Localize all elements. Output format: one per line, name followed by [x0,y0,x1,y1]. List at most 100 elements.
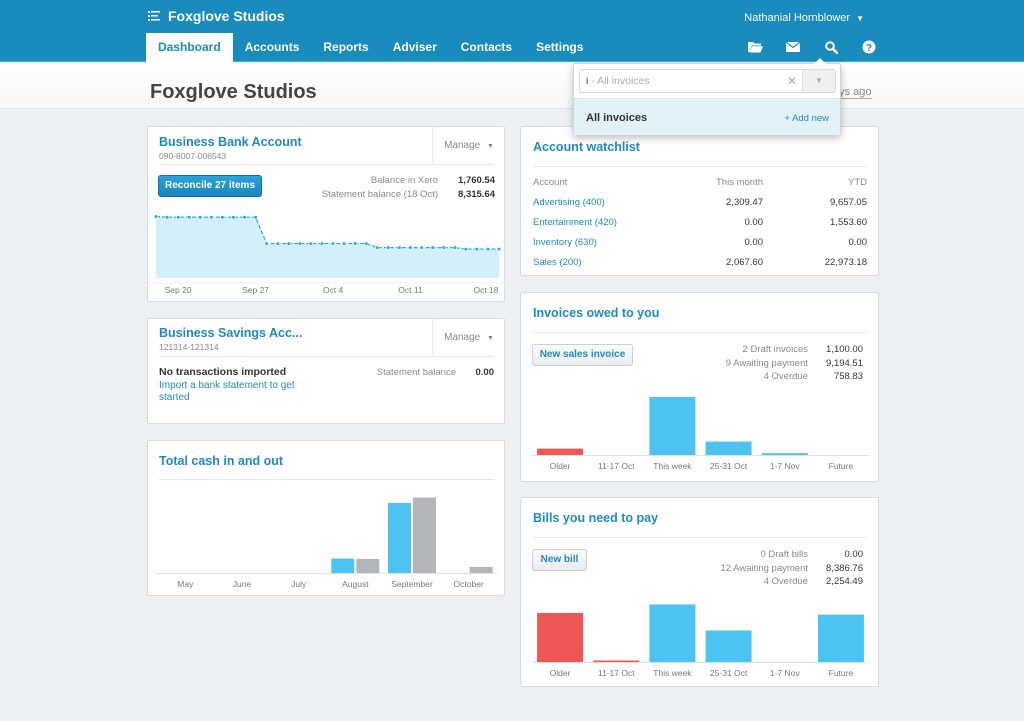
summary-row[interactable]: 2 Draft invoices 1,100.00 [658,344,863,355]
account-watchlist-card: Account watchlist Account This month YTD… [520,126,879,276]
bar [761,453,808,455]
x-tick-label: Older [550,668,571,678]
invoices-owed-chart: Older 11-17 Oct This week 25-31 Oct 1-7 Nov F… [532,397,869,471]
data-point [341,241,347,246]
bar-cash-out [413,497,436,573]
data-point [242,215,247,220]
caret-down-icon: ▼ [486,335,494,342]
bar [593,660,640,662]
bar-cash-out [469,566,493,573]
summary-row[interactable]: 0 Draft bills 0.00 [658,549,863,560]
svg-text:?: ? [866,43,872,54]
tab-settings[interactable]: Settings [524,33,595,62]
tab-contacts[interactable]: Contacts [449,33,524,62]
bar [705,630,752,662]
bills-to-pay-card: Bills you need to pay New bill 0 Draft b… [520,497,879,687]
org-name: Foxglove Studios [168,8,285,24]
new-bill-button[interactable]: New bill [532,549,587,571]
summary-row[interactable]: 9 Awaiting payment 9,194.51 [658,358,863,369]
ytd-value: 0.00 [848,236,868,248]
data-point [452,245,457,250]
user-name: Nathanial Hornblower [744,12,851,24]
menu-list-icon [148,9,160,24]
data-point [297,241,302,246]
bills-to-pay-chart: Older 11-17 Oct This week 25-31 Oct 1-7 Nov F… [532,604,869,678]
search-option[interactable]: All invoices + Add new [574,98,840,135]
bar [817,614,864,662]
caret-down-icon: ▼ [856,14,864,23]
account-link[interactable]: Inventory (630) [533,232,653,252]
page-title: Foxglove Studios [150,81,317,103]
option-all-invoices[interactable]: All invoices [586,112,647,124]
x-tick-label: 11-17 Oct [598,461,635,471]
account-link[interactable]: Entertainment (420) [533,212,653,232]
search-icon[interactable] [812,38,850,56]
chevron-down-icon[interactable]: ▼ [802,70,835,92]
data-point [220,215,225,220]
popup-pointer [814,58,826,64]
x-tick-label: 25-31 Oct [710,461,748,471]
statement-balance-value: 8,315.64 [458,189,495,200]
column-header: This month [716,176,763,188]
column-header: Account [533,176,568,188]
search-input[interactable]: i - All invoices [586,75,776,87]
bills-to-pay-title[interactable]: Bills you need to pay [533,511,658,525]
search-box[interactable]: i - All invoices ✕ ▼ [579,69,836,93]
manage-dropdown[interactable]: Manage ▼ [432,127,505,164]
divider [533,166,867,167]
bar [649,397,696,455]
data-point [441,245,446,250]
summary-row[interactable]: 4 Overdue 2,254.49 [658,576,863,587]
account-link[interactable]: Sales (200) [533,252,653,272]
bar-cash-out [356,558,380,573]
tab-dashboard[interactable]: Dashboard [146,33,233,63]
reconcile-button[interactable]: Reconcile 27 items [158,175,262,197]
clear-icon[interactable]: ✕ [787,74,797,88]
help-icon[interactable]: ? [850,38,888,56]
manage-dropdown[interactable]: Manage ▼ [432,319,505,356]
tab-accounts[interactable]: Accounts [233,33,312,62]
x-tick-label: Future [829,461,854,471]
account-link[interactable]: Advertising (400) [533,192,653,212]
bank-account-number: 090-8007-006543 [159,151,227,161]
summary-row[interactable]: 12 Awaiting payment 8,386.76 [658,563,864,574]
summary-row[interactable]: 4 Overdue 758.83 [658,371,863,382]
bar [537,613,584,662]
x-tick-label: 1-7 Nov [770,668,801,678]
divider [533,537,867,538]
add-new-link[interactable]: + Add new [784,113,829,124]
tab-reports[interactable]: Reports [311,33,380,62]
savings-account-title[interactable]: Business Savings Acc... [159,326,302,340]
table-row: Sales (200) 2,067.60 22,973.18 [533,252,867,272]
data-point [408,245,413,250]
bank-account-title[interactable]: Business Bank Account [159,135,302,149]
top-nav-bar: Foxglove Studios Nathanial Hornblower ▼ D… [0,0,1024,63]
bar [705,441,752,455]
this-month-value: 2,067.60 [726,256,763,268]
folder-icon[interactable] [736,38,774,56]
this-month-value: 0.00 [744,236,764,248]
data-point [231,215,236,220]
x-tick-label: Oct 18 [473,285,498,295]
x-tick-label: This week [653,668,692,678]
x-tick-label: Oct 11 [398,285,423,295]
user-menu[interactable]: Nathanial Hornblower ▼ [744,12,864,24]
org-switcher[interactable]: Foxglove Studios [148,8,285,24]
x-tick-label: Sep 20 [165,285,192,295]
import-statement-link[interactable]: Import a bank statement to get started [159,380,299,404]
x-tick-label: 11-17 Oct [598,668,635,678]
data-point [474,246,479,252]
tab-adviser[interactable]: Adviser [381,33,449,62]
new-sales-invoice-button[interactable]: New sales invoice [532,344,633,366]
x-tick-label: August [342,579,369,589]
invoices-owed-title[interactable]: Invoices owed to you [533,306,659,320]
table-row: Entertainment (420) 0.00 1,553.60 [533,212,867,232]
data-point [308,241,314,246]
data-point [353,241,358,246]
mail-icon[interactable] [774,38,812,56]
x-tick-label: June [233,579,252,589]
table-row: Inventory (630) 0.00 0.00 [533,232,867,252]
data-point [364,241,369,246]
cash-in-out-card: Total cash in and out May June July August S… [147,440,505,596]
statement-balance-label: Statement balance (18 Oct) [321,189,438,200]
